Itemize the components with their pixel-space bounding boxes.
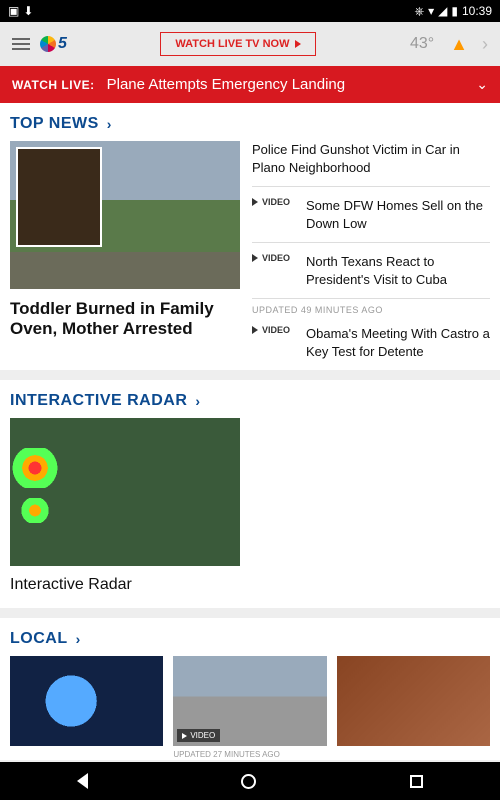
local-row: VIDEO UPDATED 27 MINUTES AGO Texas A&M D…: [0, 656, 500, 760]
alert-icon[interactable]: ▲: [450, 34, 468, 55]
inset-photo: [16, 147, 102, 247]
video-badge: VIDEO: [252, 325, 296, 335]
app-header: 5 WATCH LIVE TV NOW 43° ▲ ›: [0, 22, 500, 66]
story-item[interactable]: Police Find Gunshot Victim in Car in Pla…: [252, 141, 490, 187]
content-area[interactable]: TOP NEWS › Toddler Burned in Family Oven…: [0, 103, 500, 760]
radar-cell: [20, 498, 50, 523]
local-card[interactable]: Texas A&M Downs N…: [337, 656, 490, 760]
radar-title: Interactive Radar: [0, 566, 500, 608]
peacock-icon: [40, 36, 56, 52]
play-icon: [182, 733, 187, 739]
updated-label: UPDATED 27 MINUTES AGO: [173, 746, 326, 760]
top-news-row: Toddler Burned in Family Oven, Mother Ar…: [0, 141, 500, 370]
lead-story[interactable]: Toddler Burned in Family Oven, Mother Ar…: [10, 141, 240, 370]
battery-icon: ▮: [451, 4, 458, 18]
story-item[interactable]: VIDEO Some DFW Homes Sell on the Down Lo…: [252, 187, 490, 243]
section-divider: [0, 370, 500, 380]
story-list: Police Find Gunshot Victim in Car in Pla…: [252, 141, 490, 370]
lead-title: Toddler Burned in Family Oven, Mother Ar…: [10, 289, 240, 353]
chevron-right-icon[interactable]: ›: [482, 34, 488, 55]
wifi-icon: ▾: [428, 4, 434, 18]
download-icon: ⬇: [23, 4, 33, 18]
story-item[interactable]: VIDEO North Texans React to President's …: [252, 243, 490, 299]
station-logo[interactable]: 5: [40, 35, 67, 53]
status-bar: ▣ ⬇ ⎈ ▾ ◢ ▮ 10:39: [0, 0, 500, 22]
chevron-down-icon[interactable]: ⌄: [476, 76, 488, 93]
video-badge: VIDEO: [252, 197, 296, 207]
watch-live-banner[interactable]: WATCH LIVE: Plane Attempts Emergency Lan…: [0, 66, 500, 103]
menu-icon[interactable]: [12, 38, 30, 50]
local-image: [10, 656, 163, 746]
updated-label: UPDATED 49 MINUTES AGO: [252, 299, 490, 315]
section-divider: [0, 608, 500, 618]
section-header-top-news[interactable]: TOP NEWS ›: [0, 103, 500, 141]
play-icon: [295, 40, 301, 48]
play-icon: [252, 254, 258, 262]
section-header-local[interactable]: LOCAL ›: [0, 618, 500, 656]
home-button[interactable]: [241, 774, 256, 789]
signal-icon: ◢: [438, 4, 447, 18]
chevron-right-icon: ›: [76, 631, 81, 647]
temperature[interactable]: 43°: [410, 35, 434, 53]
section-header-radar[interactable]: INTERACTIVE RADAR ›: [0, 380, 500, 418]
lead-image: [10, 141, 240, 289]
photo-icon: ▣: [8, 4, 19, 18]
watch-live-title: Plane Attempts Emergency Landing: [107, 76, 465, 93]
local-card[interactable]: [10, 656, 163, 760]
clock: 10:39: [462, 4, 492, 18]
play-icon: [252, 326, 258, 334]
android-nav-bar: [0, 762, 500, 800]
recents-button[interactable]: [410, 775, 423, 788]
location-icon: ⎈: [414, 4, 424, 19]
story-item[interactable]: VIDEO Obama's Meeting With Castro a Key …: [252, 315, 490, 370]
chevron-right-icon: ›: [195, 393, 200, 409]
local-card[interactable]: VIDEO UPDATED 27 MINUTES AGO: [173, 656, 326, 760]
play-icon: [252, 198, 258, 206]
local-image: [337, 656, 490, 746]
watch-live-label: WATCH LIVE:: [12, 78, 95, 92]
radar-cell: [10, 448, 60, 488]
radar-image[interactable]: [10, 418, 240, 566]
back-button[interactable]: [77, 773, 88, 789]
chevron-right-icon: ›: [107, 116, 112, 132]
local-image: VIDEO: [173, 656, 326, 746]
video-badge: VIDEO: [252, 253, 296, 263]
watch-live-button[interactable]: WATCH LIVE TV NOW: [160, 32, 316, 56]
video-badge: VIDEO: [177, 729, 220, 742]
